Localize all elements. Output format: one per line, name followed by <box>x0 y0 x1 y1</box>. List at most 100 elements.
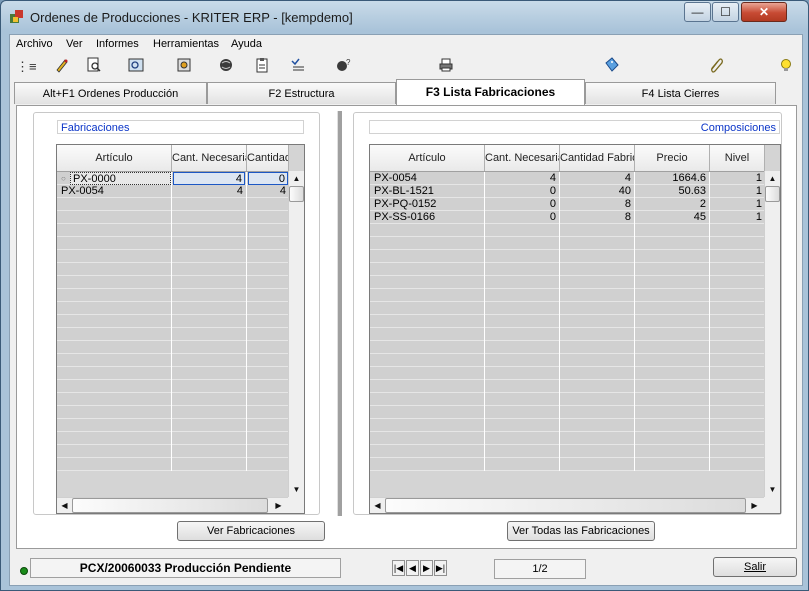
ver-fabricaciones-button[interactable]: Ver Fabricaciones <box>177 521 325 541</box>
cell-nivel[interactable]: 1 <box>711 211 764 224</box>
menu-herramientas[interactable]: Herramientas <box>153 38 219 50</box>
col-precio[interactable]: Precio <box>635 145 710 171</box>
preview-icon[interactable] <box>84 57 104 77</box>
table-row[interactable]: ○ PX-0000 4 0 <box>57 172 288 185</box>
scroll-thumb[interactable] <box>765 186 780 202</box>
cell-articulo[interactable]: PX-0054 <box>372 172 484 185</box>
tag-icon[interactable] <box>602 57 622 77</box>
table-row[interactable]: PX-BL-1521 0 40 50.63 1 <box>370 185 764 198</box>
cell-precio[interactable]: 1664.6 <box>636 172 708 185</box>
salir-button[interactable]: Salir <box>713 557 797 577</box>
col-cant-necesaria[interactable]: Cant. Necesaria <box>485 145 560 171</box>
fabricaciones-grid: Artículo Cant. Necesaria Cantidad ○ PX-0… <box>56 144 305 514</box>
menu-ver[interactable]: Ver <box>66 38 83 50</box>
cell-cantidad[interactable]: 0 <box>248 172 288 185</box>
cell-precio[interactable]: 2 <box>636 198 708 211</box>
cell-cant-necesaria[interactable]: 4 <box>486 172 558 185</box>
status-bar: PCX/20060033 Producción Pendiente |◀ ◀ ▶… <box>10 553 802 583</box>
cell-cantidad-fabricacion[interactable]: 40 <box>561 185 633 198</box>
tab-ordenes-produccion[interactable]: Alt+F1 Ordenes Producción <box>14 82 207 104</box>
cell-cantidad[interactable]: 4 <box>248 185 288 198</box>
tree-icon[interactable]: ⋮≡ <box>16 57 37 77</box>
horizontal-scrollbar[interactable]: ◀ ▶ <box>370 497 764 513</box>
scroll-up-icon[interactable]: ▲ <box>289 171 304 186</box>
scroll-left-icon[interactable]: ◀ <box>370 498 385 513</box>
menu-ayuda[interactable]: Ayuda <box>231 38 262 50</box>
lightbulb-icon[interactable] <box>776 57 796 77</box>
col-cantidad-fabricacion[interactable]: Cantidad Fabricación <box>560 145 635 171</box>
tab-lista-cierres[interactable]: F4 Lista Cierres <box>585 82 776 104</box>
tab-estructura[interactable]: F2 Estructura <box>207 82 396 104</box>
grid-body: PX-0054 4 4 1664.6 1 PX-BL-1521 0 40 50.… <box>370 172 764 471</box>
vertical-scrollbar[interactable]: ▲ ▼ <box>764 171 780 497</box>
minimize-button[interactable]: — <box>684 2 711 22</box>
col-cant-necesaria[interactable]: Cant. Necesaria <box>172 145 247 171</box>
cell-articulo[interactable]: PX-0054 <box>59 185 171 198</box>
image-icon[interactable] <box>126 57 146 77</box>
cell-precio[interactable]: 50.63 <box>636 185 708 198</box>
cell-cantidad-fabricacion[interactable]: 8 <box>561 198 633 211</box>
table-row[interactable]: PX-PQ-0152 0 8 2 1 <box>370 198 764 211</box>
cell-cant-necesaria[interactable]: 0 <box>486 198 558 211</box>
table-row[interactable]: PX-SS-0166 0 8 45 1 <box>370 211 764 224</box>
pencil-icon[interactable] <box>52 57 72 77</box>
cell-articulo[interactable]: PX-BL-1521 <box>372 185 484 198</box>
cell-cant-necesaria[interactable]: 4 <box>173 185 245 198</box>
cell-precio[interactable]: 45 <box>636 211 708 224</box>
cell-articulo[interactable]: PX-SS-0166 <box>372 211 484 224</box>
salir-label: Salir <box>743 561 766 573</box>
maximize-button[interactable]: ☐ <box>712 2 739 22</box>
table-row[interactable]: PX-0054 4 4 <box>57 185 288 198</box>
close-button[interactable]: ✕ <box>741 2 787 22</box>
globe-icon[interactable] <box>216 57 236 77</box>
scroll-down-icon[interactable]: ▼ <box>289 482 304 497</box>
scroll-up-icon[interactable]: ▲ <box>765 171 780 186</box>
window-title: Ordenes de Producciones - KRITER ERP - [… <box>30 10 353 25</box>
cell-nivel[interactable]: 1 <box>711 172 764 185</box>
next-record-icon[interactable]: ▶ <box>420 560 433 576</box>
client-area: Archivo Ver Informes Herramientas Ayuda … <box>9 34 803 586</box>
horizontal-scrollbar[interactable]: ◀ ▶ <box>57 497 288 513</box>
scroll-left-icon[interactable]: ◀ <box>57 498 72 513</box>
clipboard-icon[interactable] <box>252 57 272 77</box>
cell-cant-necesaria[interactable]: 0 <box>486 185 558 198</box>
scroll-down-icon[interactable]: ▼ <box>765 482 780 497</box>
cell-cant-necesaria[interactable]: 0 <box>486 211 558 224</box>
scroll-thumb[interactable] <box>289 186 304 202</box>
cell-articulo[interactable]: PX-PQ-0152 <box>372 198 484 211</box>
first-record-icon[interactable]: |◀ <box>392 560 405 576</box>
cell-articulo[interactable]: PX-0000 <box>70 172 171 185</box>
grid-body: ○ PX-0000 4 0 PX-0054 4 4 <box>57 172 288 471</box>
cell-cantidad-fabricacion[interactable]: 4 <box>561 172 633 185</box>
scroll-thumb[interactable] <box>72 498 268 513</box>
vertical-scrollbar[interactable]: ▲ ▼ <box>288 171 304 497</box>
cell-cantidad-fabricacion[interactable]: 8 <box>561 211 633 224</box>
table-row[interactable]: PX-0054 4 4 1664.6 1 <box>370 172 764 185</box>
scroll-right-icon[interactable]: ▶ <box>747 498 762 513</box>
grid-header: Artículo Cant. Necesaria Cantidad Fabric… <box>370 145 765 172</box>
settings-icon[interactable] <box>174 57 194 77</box>
col-articulo[interactable]: Artículo <box>57 145 172 171</box>
status-indicator-icon <box>20 567 28 575</box>
prev-record-icon[interactable]: ◀ <box>406 560 419 576</box>
col-articulo[interactable]: Artículo <box>370 145 485 171</box>
help-icon[interactable]: ? <box>334 57 354 77</box>
ver-todas-fabricaciones-button[interactable]: Ver Todas las Fabricaciones <box>507 521 655 541</box>
cell-cant-necesaria[interactable]: 4 <box>173 172 245 185</box>
cell-nivel[interactable]: 1 <box>711 198 764 211</box>
composiciones-grid: Artículo Cant. Necesaria Cantidad Fabric… <box>369 144 781 514</box>
toolbar: ⋮≡ ? <box>10 55 802 81</box>
printer-icon[interactable] <box>436 57 456 77</box>
scroll-thumb[interactable] <box>385 498 746 513</box>
menu-informes[interactable]: Informes <box>96 38 139 50</box>
scroll-right-icon[interactable]: ▶ <box>271 498 286 513</box>
checklist-icon[interactable] <box>288 57 308 77</box>
panel-splitter[interactable] <box>337 111 342 516</box>
last-record-icon[interactable]: ▶| <box>434 560 447 576</box>
col-cantidad[interactable]: Cantidad <box>247 145 289 171</box>
col-nivel[interactable]: Nivel <box>710 145 765 171</box>
menu-archivo[interactable]: Archivo <box>16 38 53 50</box>
paperclip-icon[interactable] <box>706 57 726 77</box>
tab-lista-fabricaciones[interactable]: F3 Lista Fabricaciones <box>396 79 585 105</box>
cell-nivel[interactable]: 1 <box>711 185 764 198</box>
